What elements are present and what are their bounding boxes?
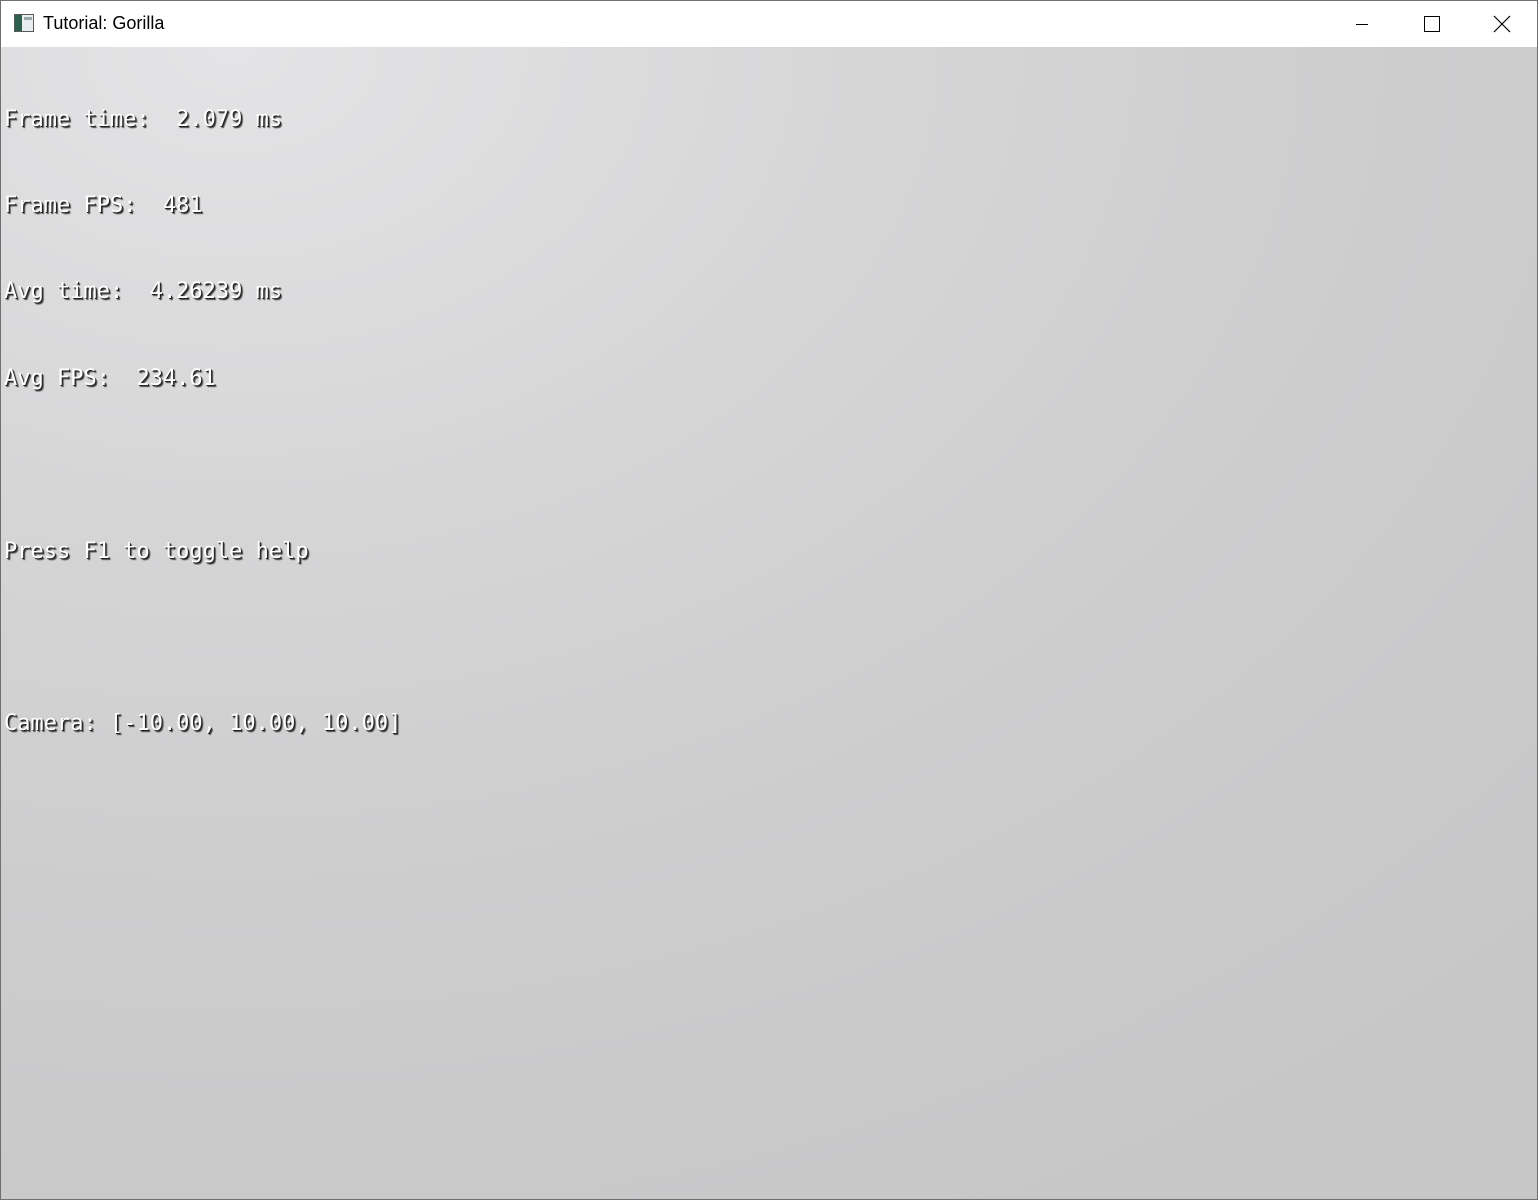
minimize-button[interactable] — [1327, 1, 1397, 47]
stats-overlay: Frame time: 2.079 ms Frame FPS: 481 Avg … — [4, 48, 401, 797]
frame-time-text: Frame time: 2.079 ms — [4, 106, 283, 132]
maximize-button[interactable] — [1397, 1, 1467, 47]
close-button[interactable] — [1467, 1, 1537, 47]
maximize-icon — [1424, 16, 1440, 32]
frame-fps-text: Frame FPS: 481 — [4, 192, 203, 218]
avg-time-text: Avg time: 4.26239 ms — [4, 279, 283, 305]
render-viewport[interactable]: Frame time: 2.079 ms Frame FPS: 481 Avg … — [1, 47, 1537, 1199]
close-icon — [1493, 15, 1511, 33]
minimize-icon — [1356, 24, 1368, 25]
title-bar[interactable]: Tutorial: Gorilla — [1, 1, 1537, 47]
app-window-icon[interactable] — [14, 14, 34, 32]
window-title: Tutorial: Gorilla — [43, 13, 165, 33]
avg-fps-text: Avg FPS: 234.61 — [4, 365, 216, 391]
camera-position-text: Camera: [-10.00, 10.00, 10.00] — [4, 711, 402, 737]
app-window: Tutorial: Gorilla Frame time: 2.079 ms F… — [0, 0, 1538, 1200]
help-hint-text: Press F1 to toggle help — [4, 538, 309, 564]
